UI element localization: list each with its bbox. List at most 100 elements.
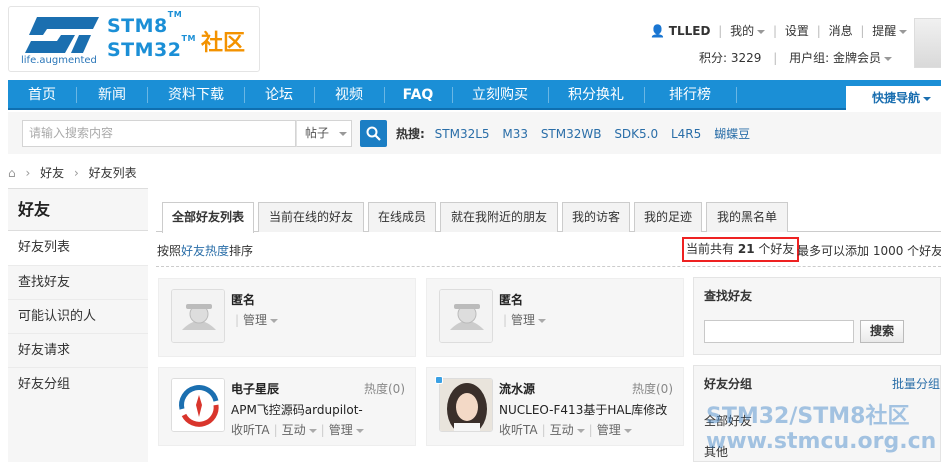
friend-avatar[interactable] <box>171 378 225 432</box>
max-friends-note: 最多可以添加 1000 个好友 <box>797 244 941 258</box>
logo-stm32: STM32TM <box>107 33 196 61</box>
sidebar-item-friend-list[interactable]: 好友列表 <box>8 231 148 265</box>
logo-stm8: STM8TM <box>107 9 183 37</box>
friend-heat: 热度(0) <box>364 382 405 396</box>
st-logo-icon <box>25 17 99 53</box>
breadcrumb: ⌂ › 好友 › 好友列表 <box>8 166 137 180</box>
sidebar-item-may-know[interactable]: 可能认识的人 <box>8 299 148 333</box>
quick-nav-button[interactable]: 快捷导航 <box>846 86 941 110</box>
menu-messages[interactable]: 消息 <box>829 22 853 39</box>
site-header: life.augmented STM8TM STM32TM 社区 👤 TLLED… <box>0 0 941 80</box>
main-nav: 首页 新闻 资料下载 论坛 视频 FAQ 立刻购买 积分换礼 排行榜 <box>8 80 941 110</box>
friend-name[interactable]: 匿名 <box>499 291 523 308</box>
anonymous-avatar[interactable] <box>439 289 493 343</box>
sidebar-title: 好友 <box>8 189 148 231</box>
menu-settings[interactable]: 设置 <box>785 22 809 39</box>
batch-group-link[interactable]: 批量分组 <box>892 366 940 402</box>
nav-buy[interactable]: 立刻购买 <box>458 80 542 110</box>
friend-count-number: 21 <box>737 242 755 256</box>
tab-online-members[interactable]: 在线成员 <box>368 202 436 232</box>
hot-term[interactable]: L4R5 <box>671 127 701 141</box>
find-friend-search-button[interactable]: 搜索 <box>860 320 904 343</box>
menu-my[interactable]: 我的 <box>730 22 766 39</box>
search-type-select[interactable]: 帖子 <box>296 120 352 147</box>
friend-groups-header: 好友分组 批量分组 <box>694 366 940 402</box>
site-logo[interactable]: life.augmented STM8TM STM32TM 社区 <box>8 6 260 72</box>
sidebar-item-find-friend[interactable]: 查找好友 <box>8 265 148 299</box>
friend-actions: | 管理 <box>499 311 547 328</box>
tab-footprints[interactable]: 我的足迹 <box>634 202 702 232</box>
friend-count: 当前共有 21 个好友 <box>682 237 799 262</box>
hot-term[interactable]: STM32L5 <box>435 127 490 141</box>
find-friend-input[interactable] <box>704 320 854 343</box>
nav-ranking[interactable]: 排行榜 <box>650 80 730 110</box>
user-group-link[interactable]: 用户组: 金牌会员 <box>789 51 892 65</box>
friend-status[interactable]: APM飞控源码ardupilot- <box>231 401 363 418</box>
sidebar-item-friend-groups[interactable]: 好友分组 <box>8 367 148 401</box>
user-menu: 👤 TLLED | 我的 | 设置 | 消息 | 提醒 | 退出 <box>650 22 941 39</box>
tab-all-friends[interactable]: 全部好友列表 <box>162 202 254 233</box>
user-stats: 积分: 3229 | 用户组: 金牌会员 <box>699 49 892 66</box>
search-input[interactable]: 请输入搜索内容 <box>22 120 296 147</box>
sidebar: 好友 好友列表 查找好友 可能认识的人 好友请求 好友分组 <box>8 188 148 462</box>
find-friend-title: 查找好友 <box>704 289 753 303</box>
friend-card: 电子星辰 热度(0) APM飞控源码ardupilot- 收听TA | 互动 | 管理 <box>158 367 416 446</box>
follow-link[interactable]: 收听TA <box>231 423 270 437</box>
manage-menu[interactable]: 管理 <box>597 423 632 437</box>
sort-note: 按照好友热度排序 <box>157 244 254 258</box>
logo-community: 社区 <box>201 31 246 56</box>
sort-heat-link[interactable]: 好友热度 <box>181 244 229 258</box>
nav-forum[interactable]: 论坛 <box>250 80 308 110</box>
interact-menu[interactable]: 互动 <box>282 423 317 437</box>
search-icon <box>366 126 381 141</box>
friend-name[interactable]: 流水源 <box>499 380 535 397</box>
user-icon: 👤 <box>650 24 665 38</box>
online-status-icon <box>435 376 443 384</box>
friend-actions: 收听TA | 互动 | 管理 <box>231 421 364 438</box>
search-button[interactable] <box>360 120 387 147</box>
portrait-icon <box>440 379 492 431</box>
friend-name[interactable]: 电子星辰 <box>231 380 279 397</box>
friend-avatar[interactable] <box>439 378 493 432</box>
tab-online-friends[interactable]: 当前在线的好友 <box>258 202 364 232</box>
breadcrumb-friends[interactable]: 好友 <box>40 166 64 180</box>
nav-downloads[interactable]: 资料下载 <box>154 80 238 110</box>
manage-menu[interactable]: 管理 <box>329 423 364 437</box>
friend-name[interactable]: 匿名 <box>231 291 255 308</box>
hot-term[interactable]: 蝴蝶豆 <box>714 127 750 141</box>
tab-blacklist[interactable]: 我的黑名单 <box>706 202 788 232</box>
nav-news[interactable]: 新闻 <box>82 80 142 110</box>
hot-term[interactable]: M33 <box>502 127 528 141</box>
friend-actions: | 管理 <box>231 311 279 328</box>
breadcrumb-friend-list[interactable]: 好友列表 <box>89 166 137 180</box>
home-icon[interactable]: ⌂ <box>8 166 16 180</box>
points-link[interactable]: 积分: 3229 <box>699 51 761 65</box>
user-avatar[interactable] <box>914 18 941 68</box>
menu-reminders[interactable]: 提醒 <box>872 22 908 39</box>
logo-tagline: life.augmented <box>21 55 97 66</box>
hot-search-label: 热搜: <box>396 127 425 141</box>
hot-term[interactable]: SDK5.0 <box>614 127 658 141</box>
sidebar-item-friend-requests[interactable]: 好友请求 <box>8 333 148 367</box>
tab-nearby[interactable]: 就在我附近的朋友 <box>440 202 558 232</box>
site-watermark: STM32/STM8社区 www.stmcu.org.cn <box>706 404 937 454</box>
username-link[interactable]: TLLED <box>669 24 711 38</box>
nav-video[interactable]: 视频 <box>320 80 378 110</box>
follow-link[interactable]: 收听TA <box>499 423 538 437</box>
anonymous-icon <box>440 290 492 342</box>
friend-card: 匿名 | 管理 <box>426 278 684 357</box>
find-friend-panel: 查找好友 搜索 <box>693 277 941 355</box>
anonymous-avatar[interactable] <box>171 289 225 343</box>
hot-term[interactable]: STM32WB <box>541 127 602 141</box>
friend-actions: 收听TA | 互动 | 管理 <box>499 421 632 438</box>
manage-menu[interactable]: 管理 <box>243 313 279 327</box>
manage-menu[interactable]: 管理 <box>511 313 547 327</box>
nav-home[interactable]: 首页 <box>14 80 70 110</box>
interact-menu[interactable]: 互动 <box>550 423 585 437</box>
hot-search: 热搜: STM32L5 M33 STM32WB SDK5.0 L4R5 蝴蝶豆 <box>396 125 759 142</box>
nav-points-gift[interactable]: 积分换礼 <box>554 80 638 110</box>
tab-visitors[interactable]: 我的访客 <box>562 202 630 232</box>
friend-card: 匿名 | 管理 <box>158 278 416 357</box>
friend-status[interactable]: NUCLEO-F413基于HAL库修改 <box>499 401 667 418</box>
nav-faq[interactable]: FAQ <box>390 80 446 110</box>
